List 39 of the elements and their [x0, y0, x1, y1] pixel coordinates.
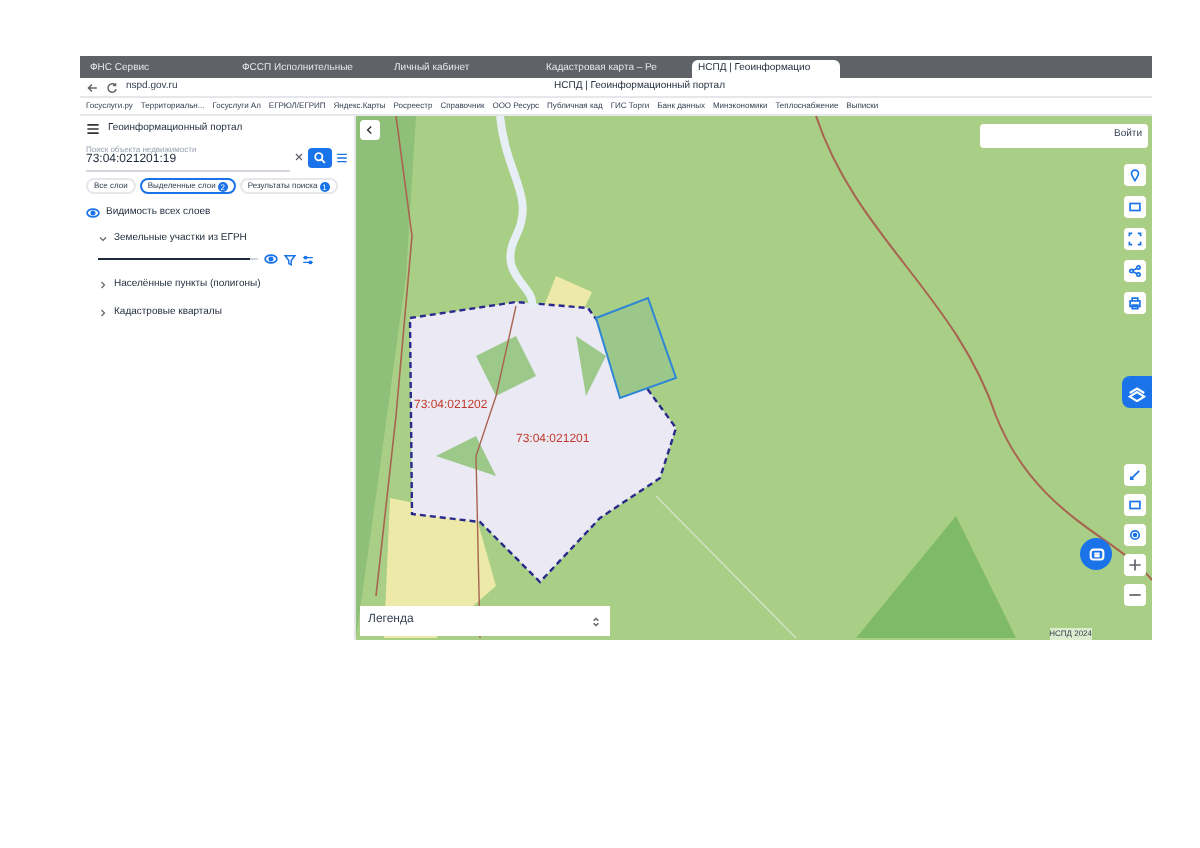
rectangle-icon — [1128, 498, 1142, 512]
pencil-icon — [1128, 468, 1142, 482]
measure-button[interactable] — [1124, 464, 1146, 486]
collapse-button[interactable] — [360, 120, 380, 140]
updown-icon — [590, 615, 602, 627]
expand-icon[interactable] — [98, 307, 108, 318]
filter-icon[interactable] — [284, 253, 296, 265]
target-icon — [1128, 528, 1142, 542]
minus-icon — [1128, 588, 1142, 602]
share-button[interactable] — [1124, 260, 1146, 282]
menu-icon[interactable] — [86, 122, 100, 137]
reload-icon[interactable] — [106, 81, 118, 93]
expand-icon[interactable] — [98, 233, 108, 244]
eye-icon[interactable] — [86, 206, 100, 221]
basemap-button[interactable] — [1122, 376, 1152, 408]
pin-icon — [1128, 168, 1142, 182]
printer-icon — [1128, 296, 1142, 310]
sliders-icon[interactable] — [302, 253, 314, 265]
location-button[interactable] — [1124, 164, 1146, 186]
plus-icon — [1128, 558, 1142, 572]
locate-button[interactable] — [1124, 524, 1146, 546]
expand-icon[interactable] — [98, 280, 108, 291]
print-button[interactable] — [1124, 292, 1146, 314]
chat-icon — [1087, 545, 1105, 563]
layers-icon — [1128, 383, 1146, 401]
list-icon[interactable] — [336, 151, 348, 164]
zoom-out-button[interactable] — [1124, 584, 1146, 606]
search-button[interactable] — [308, 147, 332, 168]
share-icon — [1128, 264, 1142, 278]
rectangle-icon — [1128, 200, 1142, 214]
layers-button[interactable] — [1124, 196, 1146, 218]
zoom-in-button[interactable] — [1124, 554, 1146, 576]
eye-icon[interactable] — [264, 252, 278, 266]
select-button[interactable] — [1124, 228, 1146, 250]
clear-icon[interactable] — [294, 152, 304, 163]
back-icon[interactable] — [86, 81, 98, 93]
chevron-left-icon — [364, 124, 376, 136]
frame-button[interactable] — [1124, 494, 1146, 516]
expand-icon — [1128, 232, 1142, 246]
